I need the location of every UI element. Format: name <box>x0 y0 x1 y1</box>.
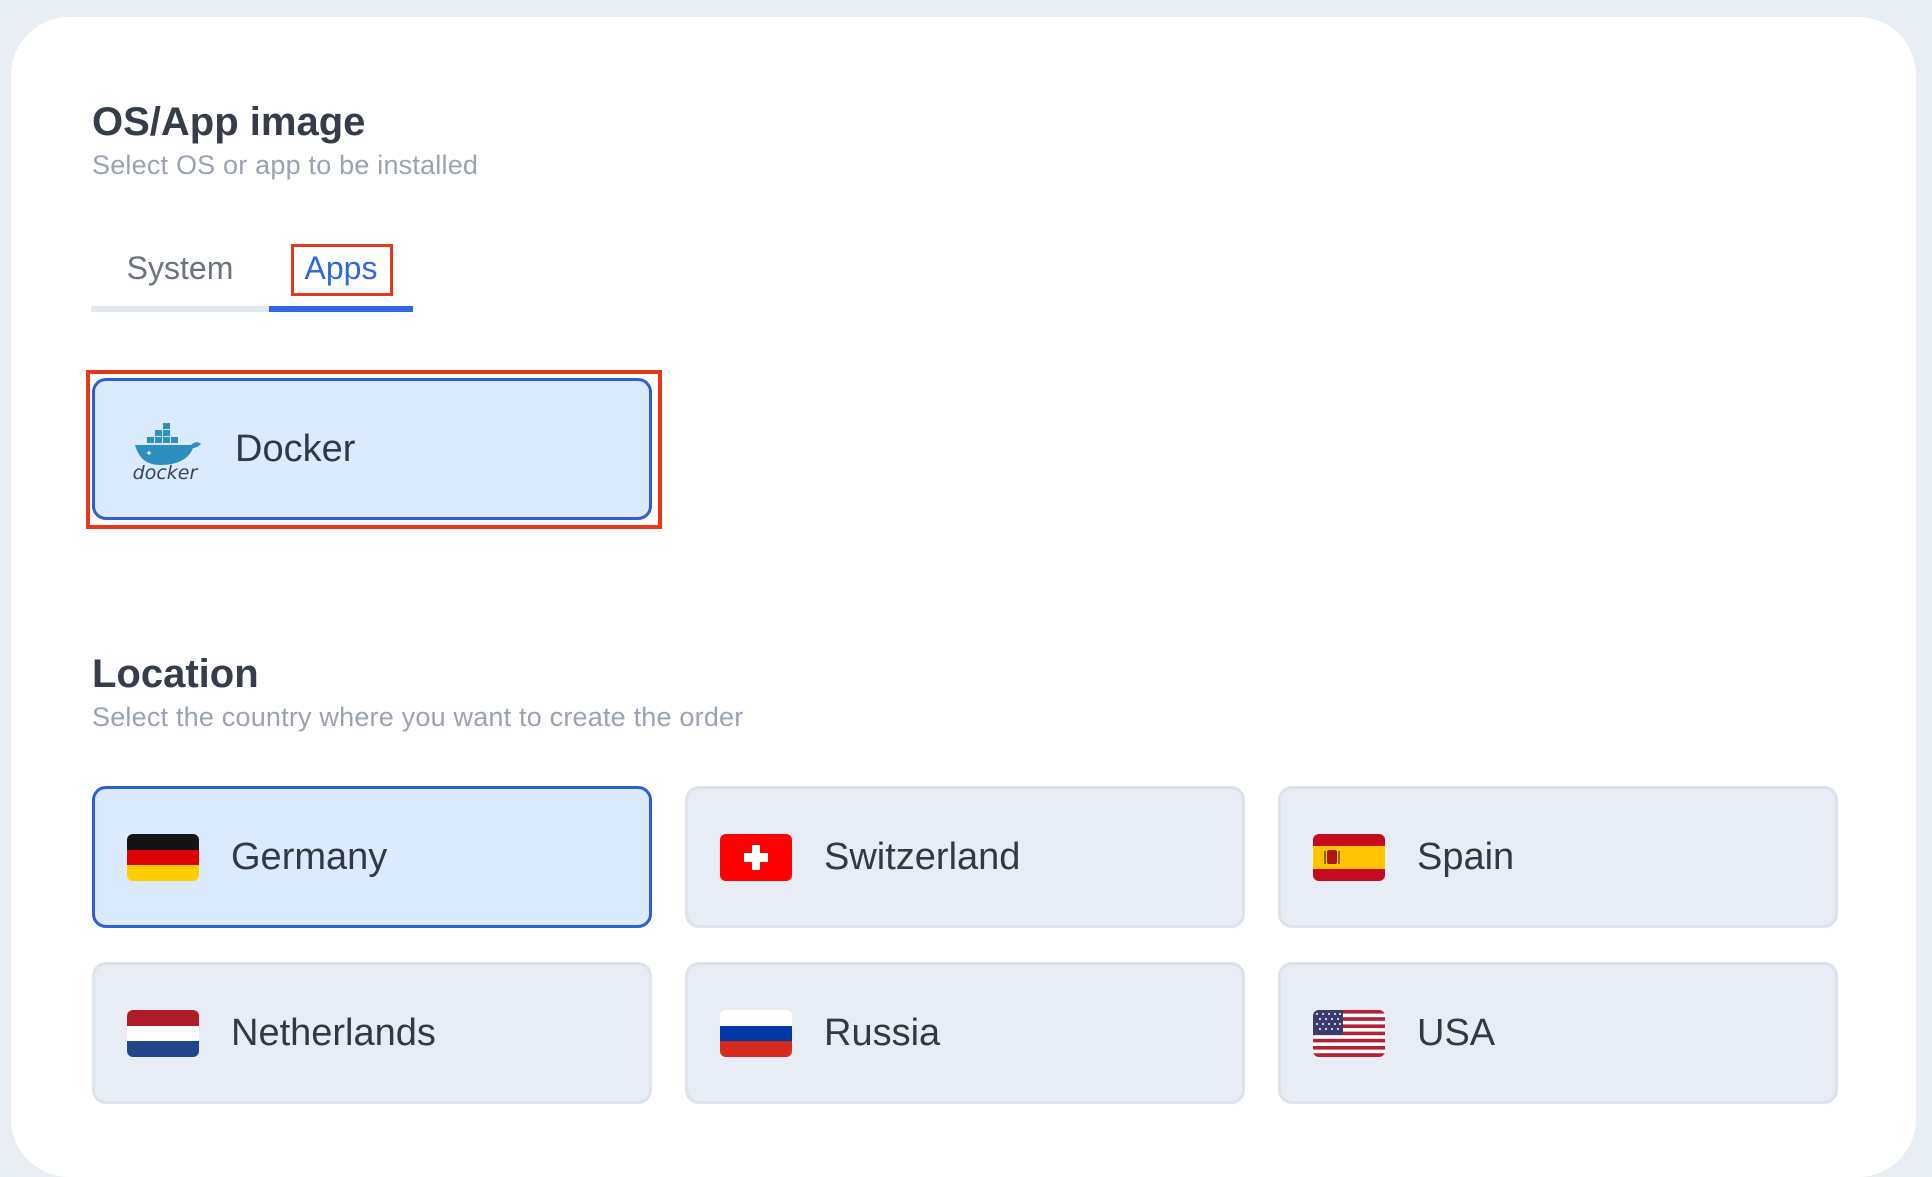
location-section-subtitle: Select the country where you want to cre… <box>92 702 744 732</box>
location-label-russia: Russia <box>824 1011 941 1054</box>
germany-flag-icon <box>127 833 199 881</box>
switzerland-flag-icon <box>720 833 792 881</box>
russia-flag-icon <box>720 1009 792 1057</box>
location-label-netherlands: Netherlands <box>231 1011 436 1054</box>
docker-tile-highlight <box>86 370 662 529</box>
tab-apps-underline <box>269 306 413 312</box>
tab-system-underline <box>91 306 269 312</box>
location-label-spain: Spain <box>1417 835 1515 878</box>
location-tile-spain[interactable]: Spain <box>1278 786 1838 928</box>
location-label-usa: USA <box>1417 1011 1496 1054</box>
location-label-germany: Germany <box>231 835 388 878</box>
location-tile-germany[interactable]: Germany <box>92 786 652 928</box>
os-tab-bar: System Apps <box>91 232 413 312</box>
location-label-switzerland: Switzerland <box>824 835 1021 878</box>
tab-apps-highlight <box>291 244 393 296</box>
os-section-title: OS/App image <box>92 100 366 144</box>
location-tile-switzerland[interactable]: Switzerland <box>685 786 1245 928</box>
os-section-subtitle: Select OS or app to be installed <box>92 150 479 180</box>
location-tile-russia[interactable]: Russia <box>685 962 1245 1104</box>
tab-system[interactable]: System <box>91 232 269 312</box>
location-tile-netherlands[interactable]: Netherlands <box>92 962 652 1104</box>
tab-system-label: System <box>126 250 234 286</box>
location-tile-usa[interactable]: USA <box>1278 962 1838 1104</box>
usa-flag-icon <box>1313 1009 1385 1057</box>
spain-flag-icon <box>1313 833 1385 881</box>
location-section-title: Location <box>92 652 259 696</box>
netherlands-flag-icon <box>127 1009 199 1057</box>
tab-apps[interactable]: Apps <box>269 232 413 312</box>
